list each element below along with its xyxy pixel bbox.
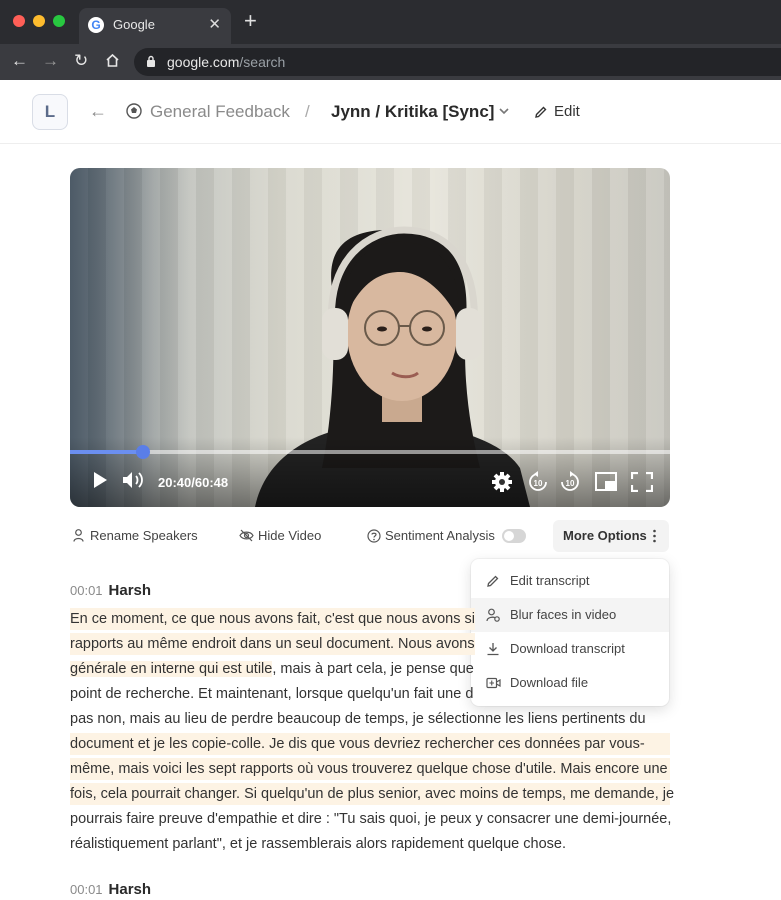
menu-item-download-transcript[interactable]: Download transcript [471, 632, 669, 666]
minimize-window-button[interactable] [33, 15, 45, 27]
transcript-line: document et je les copie-colle. Je dis q… [70, 733, 670, 755]
eye-off-icon [239, 529, 254, 542]
transcript-segment-header: 00:01 Harsh [70, 582, 151, 599]
rename-speakers-button[interactable]: Rename Speakers [73, 528, 198, 544]
tab-title: Google [113, 17, 155, 32]
segment-timestamp[interactable]: 00:01 [70, 583, 103, 598]
workspace-logo[interactable]: L [32, 94, 68, 130]
transcript-line: rapports au même endroit dans un seul do… [70, 633, 475, 655]
segment-speaker: Harsh [108, 881, 152, 898]
segment-speaker: Harsh [108, 582, 152, 599]
more-options-button[interactable]: More Options [553, 520, 669, 552]
back-arrow-icon[interactable]: ← [89, 101, 107, 122]
hide-video-label: Hide Video [258, 528, 322, 543]
video-file-icon [486, 677, 501, 689]
fullscreen-icon[interactable] [631, 472, 653, 492]
project-icon [126, 103, 142, 119]
more-options-label: More Options [563, 528, 647, 543]
transcript-line: En ce moment, ce que nous avons fait, c'… [70, 608, 475, 630]
transcript-line: générale en interne qui est utile, mais … [70, 661, 474, 677]
app-header: L ← General Feedback / Jynn / Kritika [S… [0, 80, 781, 144]
playback-time: 20:40/60:48 [158, 475, 229, 490]
hide-video-button[interactable]: Hide Video [239, 528, 321, 544]
close-window-button[interactable] [13, 15, 25, 27]
rewind-10-icon[interactable]: 10 [527, 470, 549, 494]
menu-item-label: Download file [510, 675, 589, 690]
transcript-line: pas non, mais au lieu de perdre beaucoup… [70, 711, 646, 727]
transcript-line: fois, cela pourrait changer. Si quelqu'u… [70, 783, 674, 805]
chevron-down-icon[interactable] [497, 104, 511, 118]
browser-tabstrip: G Google ✕ + [0, 0, 781, 44]
menu-item-download-file[interactable]: Download file [471, 666, 669, 700]
forward-icon[interactable]: → [42, 51, 59, 71]
sentiment-analysis-label: Sentiment Analysis [385, 528, 495, 543]
progress-bar[interactable] [70, 445, 670, 459]
transcript-line: point de recherche. Et maintenant, lorsq… [70, 686, 474, 702]
segment-timestamp[interactable]: 00:01 [70, 882, 103, 897]
pencil-icon[interactable] [534, 105, 548, 119]
rename-speakers-label: Rename Speakers [90, 528, 198, 543]
blur-face-icon [486, 608, 500, 622]
pencil-icon [487, 575, 499, 587]
play-icon[interactable] [92, 471, 108, 489]
help-circle-icon [367, 529, 381, 543]
forward-10-icon[interactable]: 10 [559, 470, 581, 494]
breadcrumb-separator: / [305, 102, 310, 121]
sentiment-analysis-control[interactable]: Sentiment Analysis [367, 528, 495, 544]
browser-toolbar: ← → ↻ google.com/search [0, 44, 781, 80]
more-options-menu: Edit transcript Blur faces in video Down… [471, 559, 669, 706]
menu-item-edit-transcript[interactable]: Edit transcript [471, 564, 669, 598]
page-title[interactable]: Jynn / Kritika [Sync] [331, 102, 494, 122]
reload-icon[interactable]: ↻ [74, 51, 88, 71]
sentiment-analysis-toggle[interactable] [502, 529, 526, 543]
user-icon [73, 529, 84, 542]
progress-fill [70, 450, 144, 454]
transcript-segment-header: 00:01 Harsh [70, 881, 151, 898]
breadcrumb-project[interactable]: General Feedback [150, 102, 290, 122]
download-icon [487, 643, 499, 656]
back-icon[interactable]: ← [11, 51, 28, 71]
transcript-line: réalistiquement parlant", et je rassembl… [70, 836, 566, 852]
new-tab-icon[interactable]: + [244, 10, 257, 32]
svg-text:10: 10 [534, 479, 543, 488]
address-bar[interactable]: google.com/search [134, 48, 781, 76]
menu-item-blur-faces[interactable]: Blur faces in video [471, 598, 669, 632]
menu-item-label: Blur faces in video [510, 607, 617, 622]
menu-item-label: Download transcript [510, 641, 625, 656]
tab-close-icon[interactable]: ✕ [208, 15, 221, 33]
picture-in-picture-icon[interactable] [595, 472, 617, 492]
transcript-line: pourrais faire preuve d'empathie et dire… [70, 811, 672, 827]
edit-button[interactable]: Edit [554, 103, 580, 120]
video-player[interactable]: 20:40/60:48 10 10 [70, 168, 670, 507]
menu-item-label: Edit transcript [510, 573, 590, 588]
transcript-line: même, mais voici les sept rapports où vo… [70, 758, 670, 780]
svg-text:10: 10 [566, 479, 575, 488]
kebab-menu-icon [653, 529, 656, 543]
url-text: google.com/search [167, 54, 286, 70]
gear-icon[interactable] [491, 471, 513, 493]
home-icon[interactable] [105, 53, 120, 68]
browser-tab[interactable]: G Google ✕ [79, 8, 231, 44]
maximize-window-button[interactable] [53, 15, 65, 27]
google-favicon-icon: G [88, 17, 104, 33]
volume-icon[interactable] [122, 470, 146, 490]
lock-icon [147, 55, 155, 67]
